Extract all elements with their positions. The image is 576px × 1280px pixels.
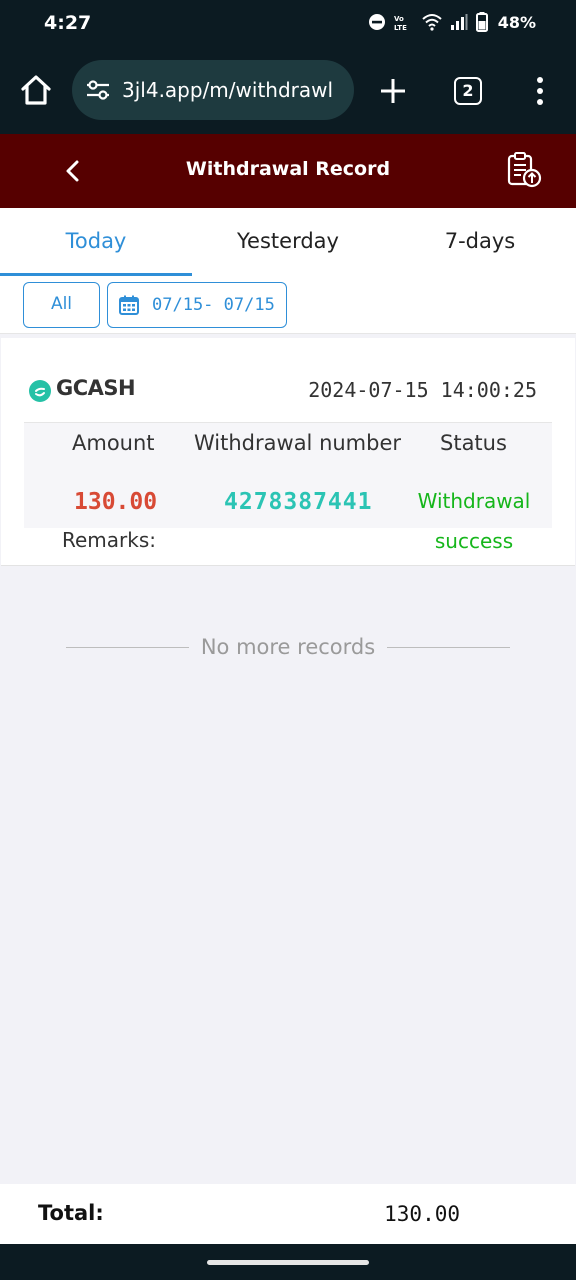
- status-time: 4:27: [44, 12, 92, 34]
- list-end-divider: No more records: [66, 632, 511, 662]
- tabs-count-button[interactable]: 2: [454, 77, 482, 105]
- withdrawal-number-value: 4278387441: [224, 489, 373, 515]
- date-range-text: 07/15- 07/15: [152, 295, 275, 315]
- more-vert-icon[interactable]: [530, 74, 550, 108]
- battery-icon: [475, 12, 488, 32]
- url-text: 3jl4.app/m/withdrawl: [122, 78, 334, 102]
- address-bar[interactable]: 3jl4.app/m/withdrawl: [72, 60, 354, 120]
- battery-percent: 48%: [497, 12, 536, 32]
- status-header: Status: [440, 431, 507, 455]
- plus-icon[interactable]: [376, 74, 410, 108]
- record-details: Amount Withdrawal number Status 130.00 4…: [24, 422, 552, 553]
- app-header: Withdrawal Record: [0, 134, 576, 208]
- amount-header: Amount: [72, 431, 155, 455]
- filter-row: All 07/15- 07/15: [0, 276, 576, 334]
- payment-method: GCASH: [56, 376, 136, 400]
- record-datetime: 2024-07-15 14:00:25: [308, 378, 537, 402]
- clipboard-upload-icon[interactable]: [504, 150, 544, 190]
- calendar-icon: [119, 295, 139, 315]
- total-footer: Total: 130.00: [0, 1184, 576, 1244]
- withdrawal-number-header: Withdrawal number: [194, 431, 402, 455]
- status-bar: 4:27 Vo LTE 48%: [0, 0, 576, 48]
- page-title: Withdrawal Record: [185, 158, 391, 180]
- system-nav-bar: [0, 1244, 576, 1280]
- signal-icon: [450, 14, 468, 30]
- withdrawal-record-card[interactable]: GCASH 2024-07-15 14:00:25 Amount Withdra…: [1, 338, 575, 566]
- status-line-1: Withdrawal: [417, 489, 531, 513]
- status-value: Withdrawal success: [404, 481, 544, 561]
- do-not-disturb-icon: [368, 14, 385, 30]
- browser-toolbar: 3jl4.app/m/withdrawl 2: [0, 48, 576, 134]
- home-icon[interactable]: [18, 72, 54, 108]
- tab-today[interactable]: Today: [0, 208, 192, 276]
- divider-line-right: [387, 646, 511, 648]
- svg-text:LTE: LTE: [394, 24, 407, 31]
- total-label: Total:: [38, 1201, 104, 1225]
- tab-yesterday[interactable]: Yesterday: [192, 208, 384, 276]
- status-line-2: success: [434, 529, 514, 553]
- total-value: 130.00: [384, 1202, 460, 1226]
- tab-7-days[interactable]: 7-days: [384, 208, 576, 276]
- tune-icon[interactable]: [84, 76, 112, 104]
- filter-all-button[interactable]: All: [23, 282, 100, 328]
- status-icons: Vo LTE 48%: [368, 12, 536, 32]
- gcash-logo-icon: [29, 380, 51, 402]
- no-more-records-text: No more records: [200, 635, 376, 659]
- remarks-label: Remarks:: [62, 528, 157, 552]
- volte-icon: VoLTE: [394, 15, 407, 31]
- date-range-picker[interactable]: 07/15- 07/15: [107, 282, 287, 328]
- svg-text:Vo: Vo: [394, 15, 404, 23]
- divider-line-left: [66, 646, 189, 648]
- gesture-handle[interactable]: [207, 1260, 369, 1265]
- wifi-icon: [422, 14, 442, 31]
- date-tabs: Today Yesterday 7-days: [0, 208, 576, 276]
- amount-value: 130.00: [74, 489, 158, 515]
